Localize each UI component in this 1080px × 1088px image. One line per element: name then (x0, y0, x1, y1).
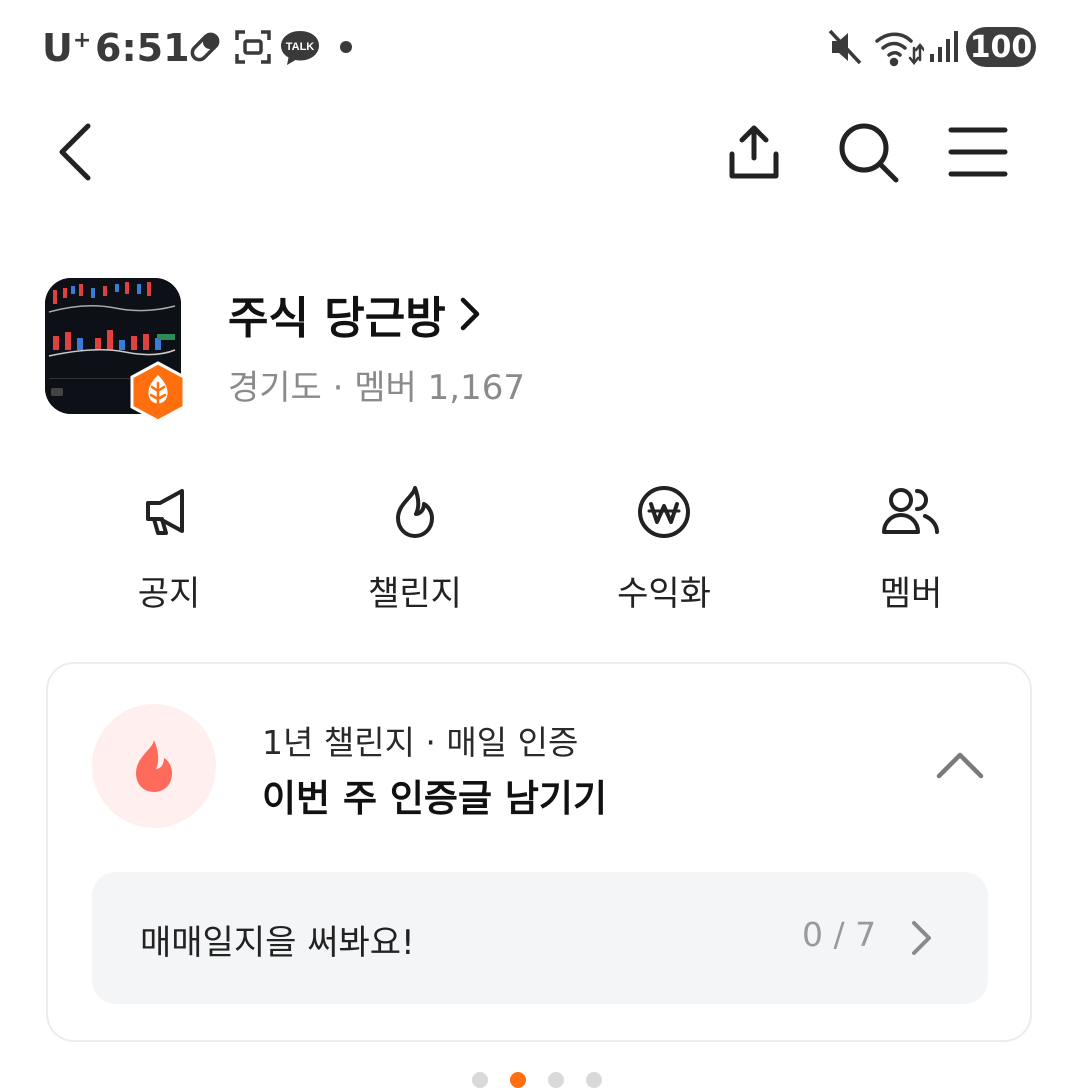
dot-icon (340, 41, 352, 53)
fire-icon (396, 486, 434, 538)
challenge-meta: 1년 챌린지 · 매일 인증 (262, 723, 579, 762)
won-icon (638, 486, 690, 538)
share-button[interactable] (718, 116, 790, 188)
menu-icon (948, 127, 1008, 177)
share-icon (729, 125, 779, 179)
page-dot-active[interactable] (510, 1072, 526, 1088)
quick-menu-notice[interactable]: 공지 (59, 480, 279, 615)
battery-indicator: 100 (966, 27, 1036, 67)
meta-separator: · (332, 368, 344, 408)
svg-text:TALK: TALK (286, 41, 315, 53)
wifi-icon (874, 28, 926, 72)
quick-menu-monetize[interactable]: 수익화 (554, 480, 774, 615)
task-progress: 0 / 7 (802, 915, 877, 954)
page-dot[interactable] (472, 1072, 488, 1088)
screenshot-icon (234, 28, 272, 70)
chevron-right-icon (460, 297, 479, 331)
fire-icon (136, 740, 172, 792)
status-bar: U+ 6:51 TALK 100 (0, 0, 1080, 95)
leaf-badge-icon (130, 361, 186, 423)
quick-menu-challenge[interactable]: 챌린지 (305, 480, 525, 615)
carrier-label: U+ (42, 26, 92, 70)
signal-icon (928, 28, 958, 70)
challenge-fire-badge (92, 704, 216, 828)
chevron-up-icon (936, 752, 984, 779)
challenge-title: 이번 주 인증글 남기기 (262, 777, 608, 820)
community-members: 멤버 1,167 (354, 368, 525, 408)
back-icon (59, 123, 91, 181)
chevron-right-icon (912, 921, 931, 955)
page-dot[interactable] (586, 1072, 602, 1088)
quick-menu-members[interactable]: 멤버 (801, 480, 1021, 615)
search-icon (839, 123, 899, 183)
quick-menu-label: 멤버 (879, 574, 943, 614)
page-indicator (472, 1072, 612, 1088)
collapse-button[interactable] (930, 740, 990, 790)
task-label: 매매일지을 써봐요! (140, 923, 415, 963)
task-chevron (902, 912, 942, 964)
community-meta: 경기도 · 멤버 1,167 (228, 360, 525, 409)
search-button[interactable] (832, 116, 904, 188)
members-icon (882, 488, 939, 534)
menu-button[interactable] (942, 116, 1014, 188)
status-time: 6:51 (95, 26, 190, 70)
community-region: 경기도 (228, 368, 322, 408)
community-title-link[interactable]: 주식 당근방 (228, 282, 484, 346)
page-dot[interactable] (548, 1072, 564, 1088)
pill-icon (186, 28, 224, 70)
community-name: 주식 당근방 (228, 293, 446, 344)
mute-icon (828, 28, 864, 70)
back-button[interactable] (40, 116, 112, 188)
kakaotalk-icon: TALK (278, 28, 322, 72)
megaphone-icon (146, 489, 184, 535)
quick-menu-label: 수익화 (617, 574, 711, 614)
community-badge (128, 361, 188, 423)
quick-menu-label: 공지 (137, 574, 201, 614)
quick-menu-label: 챌린지 (368, 574, 462, 614)
